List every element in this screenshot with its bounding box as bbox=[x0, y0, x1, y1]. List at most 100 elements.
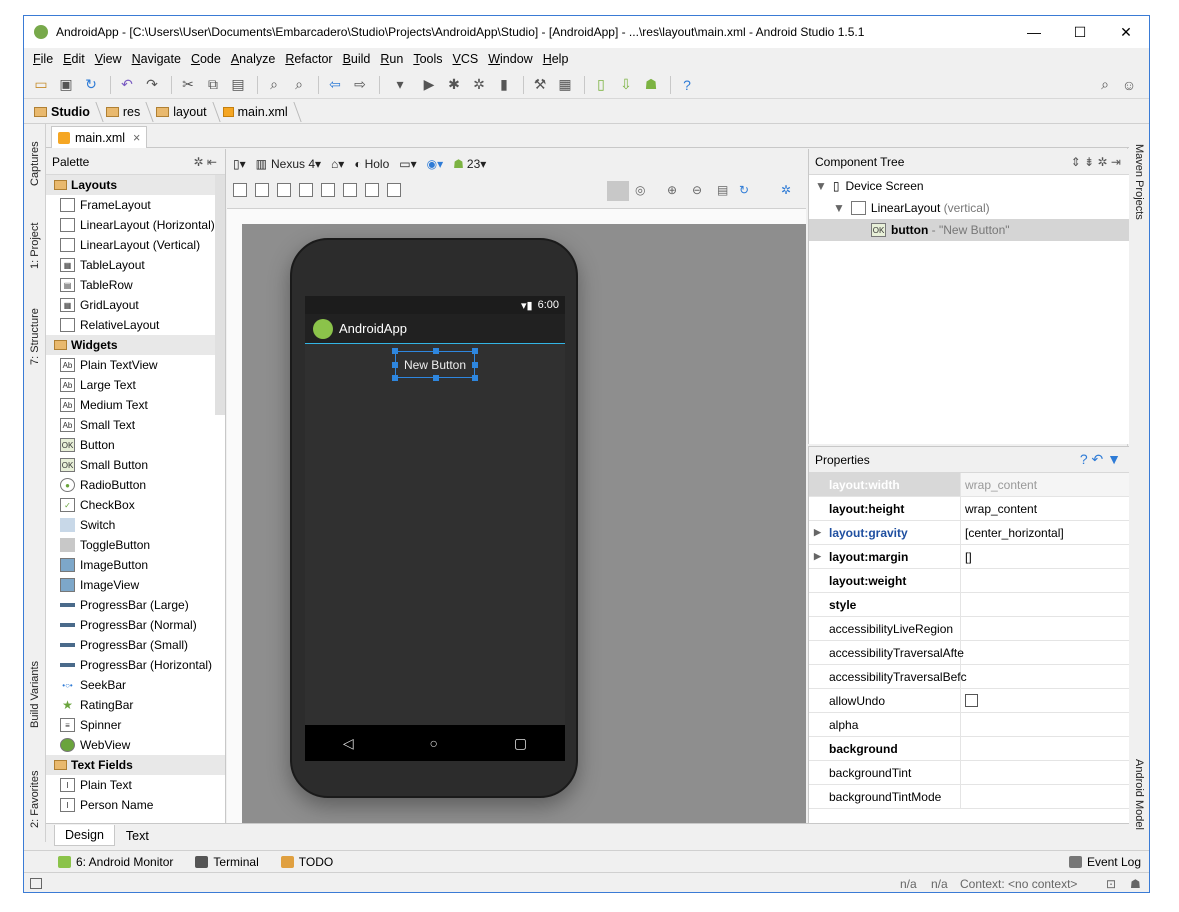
maximize-button[interactable]: ☐ bbox=[1057, 16, 1103, 48]
copy-icon[interactable]: ⧉ bbox=[202, 74, 224, 96]
expand-height-icon[interactable] bbox=[299, 183, 313, 197]
palette-item-tablerow[interactable]: ▤ TableRow bbox=[46, 275, 225, 295]
breadcrumb-studio[interactable]: Studio bbox=[32, 105, 98, 119]
android-monitor-tab[interactable]: 6: Android Monitor bbox=[58, 855, 173, 869]
zoom-in-icon[interactable]: ⊕ bbox=[667, 183, 677, 197]
tree-item-button[interactable]: OK button - "New Button" bbox=[809, 219, 1129, 241]
refresh-icon[interactable]: ↻ bbox=[739, 183, 749, 197]
actual-size-icon[interactable]: ◎ bbox=[635, 183, 645, 197]
distribute-weights-icon[interactable] bbox=[321, 183, 335, 197]
captures-tab[interactable]: Captures bbox=[26, 134, 44, 194]
weight-icon[interactable] bbox=[343, 183, 357, 197]
menu-help[interactable]: Help bbox=[538, 52, 574, 66]
palette-item-linearlayout-vertical[interactable]: LinearLayout (Vertical) bbox=[46, 235, 225, 255]
expand-width-icon[interactable] bbox=[277, 183, 291, 197]
zoom-out-icon[interactable]: ⊖ bbox=[692, 183, 702, 197]
zoom-fit-icon[interactable] bbox=[607, 181, 629, 201]
tab-design[interactable]: Design bbox=[54, 825, 115, 846]
menu-edit[interactable]: Edit bbox=[58, 52, 90, 66]
property-row[interactable]: backgroundTint bbox=[809, 761, 1129, 785]
palette-item-small-button[interactable]: OK Small Button bbox=[46, 455, 225, 475]
palette-item-imageview[interactable]: ImageView bbox=[46, 575, 225, 595]
palette-item-tablelayout[interactable]: ▦ TableLayout bbox=[46, 255, 225, 275]
find-icon[interactable]: ⌕ bbox=[263, 74, 285, 96]
redo-icon[interactable]: ↷ bbox=[141, 74, 163, 96]
paste-icon[interactable]: ▤ bbox=[227, 74, 249, 96]
gradle-sync-icon[interactable]: ▦ bbox=[554, 74, 576, 96]
panel-toggle-icon[interactable] bbox=[30, 878, 42, 889]
lock-icon[interactable]: ⊡ bbox=[1106, 877, 1116, 891]
gravity-icon[interactable] bbox=[365, 183, 379, 197]
help-icon[interactable]: ? bbox=[676, 74, 698, 96]
android-device-monitor-icon[interactable]: ☗ bbox=[640, 74, 662, 96]
tab-text[interactable]: Text bbox=[115, 825, 160, 847]
device-selector[interactable]: ▥ Nexus 4 ▾ bbox=[256, 157, 321, 171]
recents-nav-icon[interactable]: ▢ bbox=[514, 735, 527, 752]
menu-refactor[interactable]: Refactor bbox=[280, 52, 337, 66]
favorites-tab[interactable]: 2: Favorites bbox=[26, 764, 44, 834]
menu-view[interactable]: View bbox=[90, 52, 127, 66]
sync-icon[interactable]: ↻ bbox=[80, 74, 102, 96]
resize-handle[interactable] bbox=[472, 348, 478, 354]
close-tab-icon[interactable]: × bbox=[133, 131, 140, 145]
property-row[interactable]: ▶ layout:gravity [center_horizontal] bbox=[809, 521, 1129, 545]
close-button[interactable]: ✕ bbox=[1103, 16, 1149, 48]
allow-undo-checkbox[interactable] bbox=[965, 694, 978, 707]
palette-item-linearlayout-horizontal[interactable]: LinearLayout (Horizontal) bbox=[46, 215, 225, 235]
property-row[interactable]: accessibilityTraversalBefc bbox=[809, 665, 1129, 689]
palette-group-layouts[interactable]: Layouts bbox=[46, 175, 225, 195]
property-row[interactable]: layout:width wrap_content bbox=[809, 473, 1129, 497]
palette-item-progressbar-small[interactable]: ProgressBar (Small) bbox=[46, 635, 225, 655]
palette-item-progressbar-normal[interactable]: ProgressBar (Normal) bbox=[46, 615, 225, 635]
palette-item-togglebutton[interactable]: ToggleButton bbox=[46, 535, 225, 555]
menu-file[interactable]: File bbox=[28, 52, 58, 66]
debug-icon[interactable]: ✱ bbox=[443, 74, 465, 96]
palette-group-text-fields[interactable]: Text Fields bbox=[46, 755, 225, 775]
run-icon[interactable]: ▶ bbox=[418, 74, 440, 96]
profile-icon[interactable]: ▮ bbox=[493, 74, 515, 96]
menu-vcs[interactable]: VCS bbox=[448, 52, 484, 66]
properties-help-icon[interactable]: ? ↶ ▼ bbox=[1080, 451, 1121, 468]
breadcrumb-res[interactable]: res bbox=[104, 105, 148, 119]
clear-weights-icon[interactable] bbox=[387, 183, 401, 197]
palette-item-relativelayout[interactable]: RelativeLayout bbox=[46, 315, 225, 335]
build-variants-tab[interactable]: Build Variants bbox=[26, 654, 44, 734]
home-nav-icon[interactable]: ○ bbox=[430, 735, 438, 751]
palette-item-checkbox[interactable]: ✓ CheckBox bbox=[46, 495, 225, 515]
tree-item-device-screen[interactable]: ▼ ▯ Device Screen bbox=[809, 175, 1129, 197]
layout-list-icon[interactable] bbox=[233, 183, 247, 197]
tree-settings-icon[interactable]: ⇕ ⇟ ✲ ⇥ bbox=[1071, 155, 1121, 169]
event-log-tab[interactable]: Event Log bbox=[1068, 855, 1141, 869]
layout-fit-icon[interactable] bbox=[255, 183, 269, 197]
screenshot-icon[interactable]: ▤ bbox=[717, 183, 728, 197]
property-row[interactable]: accessibilityLiveRegion bbox=[809, 617, 1129, 641]
property-row[interactable]: backgroundTintMode bbox=[809, 785, 1129, 809]
menu-analyze[interactable]: Analyze bbox=[226, 52, 280, 66]
resize-handle[interactable] bbox=[472, 362, 478, 368]
back-nav-icon[interactable]: ◁ bbox=[343, 735, 354, 752]
property-row[interactable]: alpha bbox=[809, 713, 1129, 737]
palette-item-spinner[interactable]: ≡ Spinner bbox=[46, 715, 225, 735]
tree-item-linearlayout[interactable]: ▼ LinearLayout (vertical) bbox=[809, 197, 1129, 219]
open-folder-icon[interactable]: ▭ bbox=[30, 74, 52, 96]
palette-item-webview[interactable]: WebView bbox=[46, 735, 225, 755]
palette-item-large-text[interactable]: Ab Large Text bbox=[46, 375, 225, 395]
resize-handle[interactable] bbox=[472, 375, 478, 381]
user-icon[interactable]: ☺ bbox=[1118, 74, 1140, 96]
property-row[interactable]: allowUndo bbox=[809, 689, 1129, 713]
search-everywhere-icon[interactable]: ⌕ bbox=[1094, 74, 1116, 96]
resize-handle[interactable] bbox=[392, 375, 398, 381]
settings-gear-icon[interactable]: ✲ bbox=[781, 183, 791, 197]
palette-scrollbar[interactable] bbox=[215, 175, 225, 415]
sdk-manager-icon[interactable]: ⇩ bbox=[615, 74, 637, 96]
theme-selector[interactable]: ◐ Holo bbox=[354, 157, 389, 171]
project-tab[interactable]: 1: Project bbox=[26, 216, 44, 276]
back-icon[interactable]: ⇦ bbox=[324, 74, 346, 96]
palette-settings-icon[interactable]: ✲ ⇤ bbox=[194, 155, 217, 169]
property-row[interactable]: layout:height wrap_content bbox=[809, 497, 1129, 521]
menu-window[interactable]: Window bbox=[483, 52, 537, 66]
palette-item-imagebutton[interactable]: ImageButton bbox=[46, 555, 225, 575]
avd-manager-icon[interactable]: ▯ bbox=[590, 74, 612, 96]
palette-item-ratingbar[interactable]: ★ RatingBar bbox=[46, 695, 225, 715]
palette-item-gridlayout[interactable]: ▦ GridLayout bbox=[46, 295, 225, 315]
